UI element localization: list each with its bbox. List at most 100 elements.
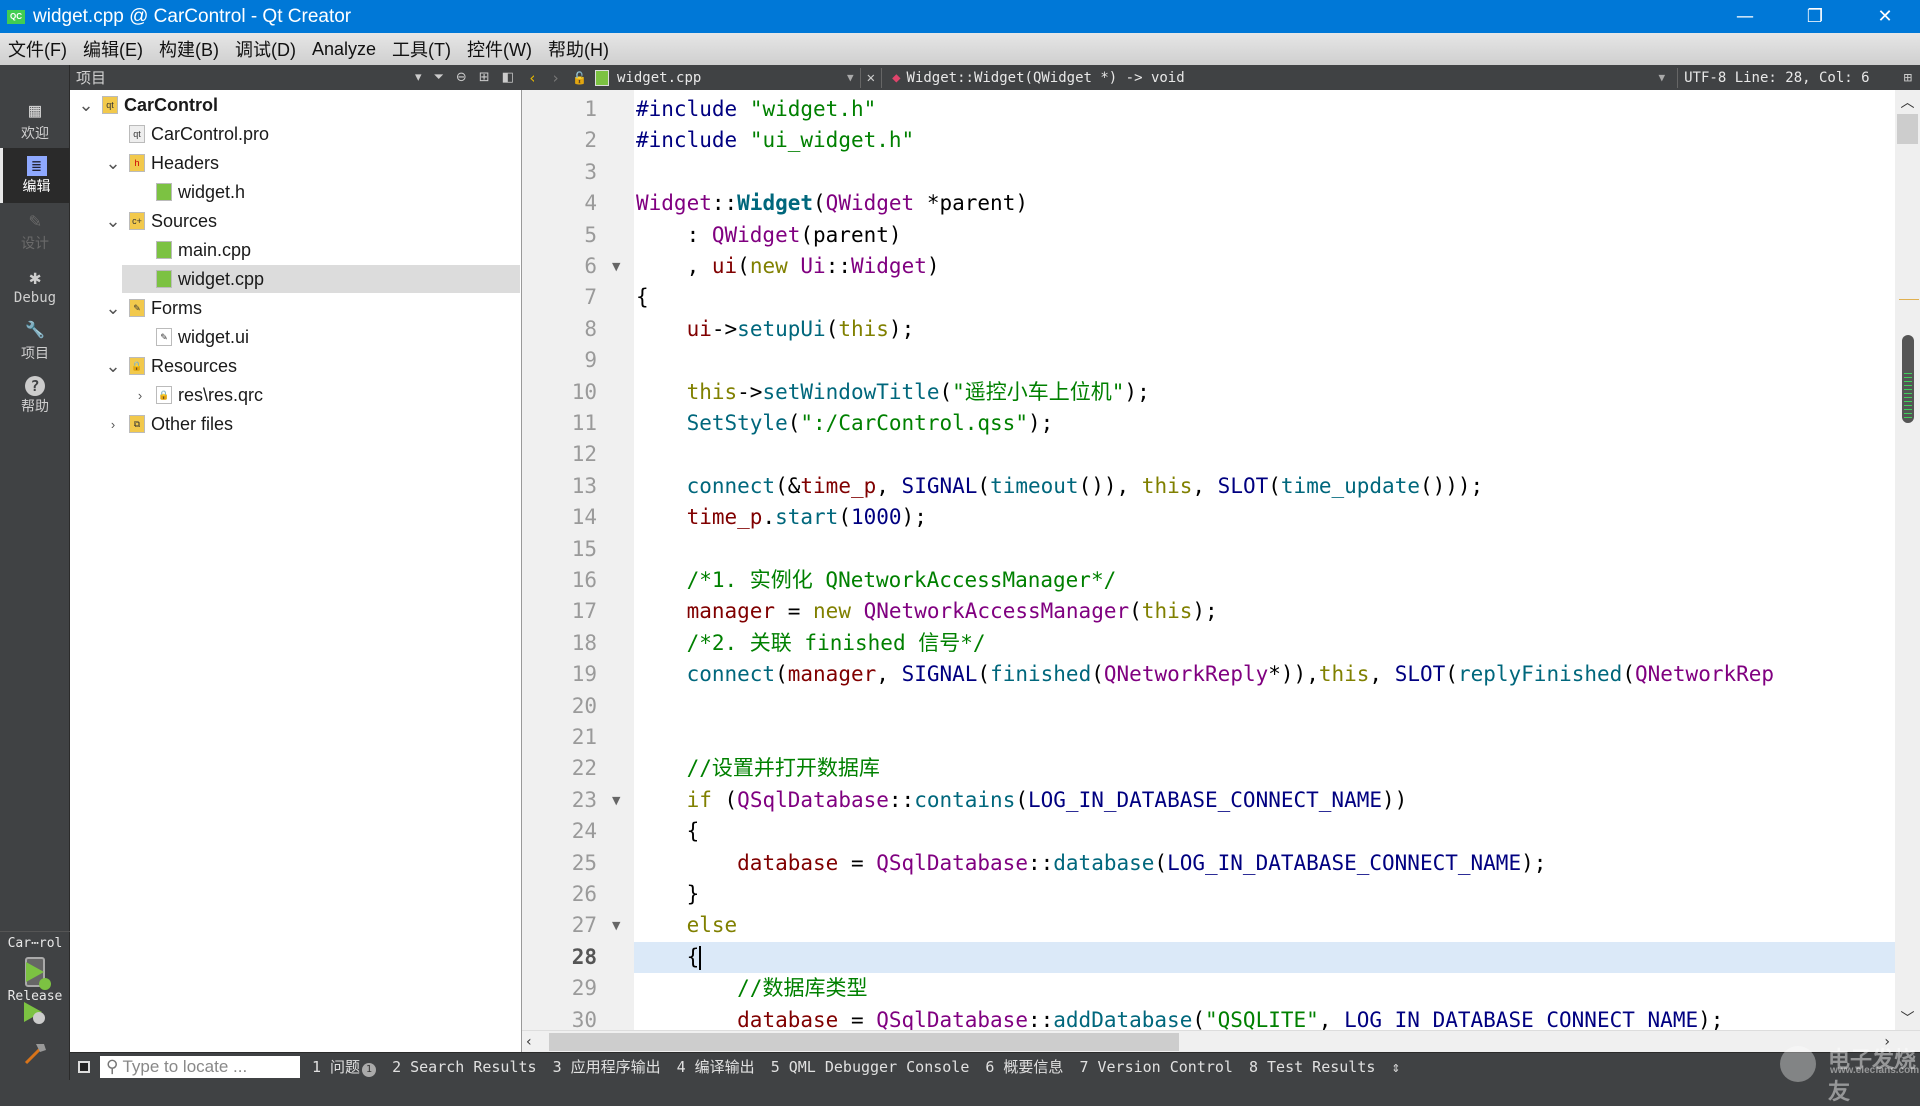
minimize-button[interactable]: — (1710, 0, 1780, 33)
go-back-icon[interactable]: ‹ (528, 69, 537, 87)
tree-item[interactable]: widget.cpp (122, 265, 520, 293)
close-button[interactable]: ✕ (1850, 0, 1920, 33)
code-line[interactable]: connect(manager, SIGNAL(finished(QNetwor… (636, 659, 1774, 690)
menu-file[interactable]: 文件(F) (8, 36, 67, 62)
code-line[interactable]: { (636, 942, 702, 973)
close-document-icon[interactable]: ✕ (867, 70, 875, 86)
split-editor-icon[interactable]: ⊞ (1904, 70, 1912, 86)
filter-icon[interactable]: ⏷ (433, 70, 443, 85)
menu-debug[interactable]: 调试(D) (235, 36, 296, 62)
code-line[interactable]: ui->setupUi(this); (636, 314, 915, 345)
open-documents-combo[interactable]: widget.cpp (617, 70, 847, 86)
code-line[interactable]: //数据库类型 (636, 973, 867, 1004)
tree-item[interactable]: ⌄ c+ Sources (70, 207, 520, 235)
code-line[interactable]: time_p.start(1000); (636, 502, 927, 533)
code-line[interactable]: Widget::Widget(QWidget *parent) (636, 188, 1028, 219)
tab-qml-debugger-console[interactable]: 5 QML Debugger Console (771, 1058, 970, 1076)
close-panel-icon[interactable]: ◧ (502, 70, 514, 85)
code-line[interactable]: //设置并打开数据库 (636, 753, 880, 784)
unlock-icon[interactable]: 🔓 (572, 71, 587, 85)
code-line[interactable]: /*1. 实例化 QNetworkAccessManager*/ (636, 565, 1117, 596)
menu-widgets[interactable]: 控件(W) (467, 36, 532, 62)
fold-marker-icon[interactable]: ▼ (612, 251, 620, 282)
tab-compile-output[interactable]: 4 编译输出 (677, 1056, 755, 1077)
code-line[interactable]: connect(&time_p, SIGNAL(timeout()), this… (636, 471, 1484, 502)
link-icon[interactable]: ⊖ (456, 70, 467, 85)
tree-item[interactable]: qt CarControl.pro (70, 120, 520, 148)
chevron-down-icon[interactable]: ▼ (847, 71, 854, 84)
go-forward-icon[interactable]: › (551, 69, 560, 87)
locator-input[interactable]: ⚲ Type to locate ... (100, 1055, 300, 1078)
scroll-up-icon[interactable]: ︿ (1895, 90, 1920, 114)
code-line[interactable]: , ui(new Ui::Widget) (636, 251, 940, 282)
code-line[interactable]: } (636, 879, 700, 910)
debug-run-button[interactable] (0, 1000, 70, 1026)
chevron-down-icon[interactable]: ▾ (415, 70, 422, 85)
chevron-down-icon[interactable]: ⌄ (105, 357, 121, 375)
toggle-sidebar-icon[interactable] (78, 1060, 90, 1073)
chevron-right-icon[interactable]: › (132, 388, 148, 403)
fold-marker-icon[interactable]: ▼ (612, 785, 620, 816)
tab-version-control[interactable]: 7 Version Control (1079, 1058, 1233, 1076)
chevron-down-icon[interactable]: ⌄ (105, 212, 121, 230)
code-line[interactable]: /*2. 关联 finished 信号*/ (636, 628, 986, 659)
tree-item[interactable]: ⌄ 🔒 Resources (70, 352, 520, 380)
tab-test-results[interactable]: 8 Test Results (1249, 1058, 1375, 1076)
tree-item[interactable]: › 🔒 res\res.qrc (70, 381, 520, 409)
scrollbar-thumb[interactable] (549, 1033, 1179, 1051)
code-line[interactable]: #include "ui_widget.h" (636, 125, 914, 156)
code-line[interactable]: SetStyle(":/CarControl.qss"); (636, 408, 1054, 439)
chevron-down-icon[interactable]: ⌄ (105, 299, 121, 317)
symbol-combo[interactable]: Widget::Widget(QWidget *) -> void (907, 70, 1659, 86)
code-line[interactable]: if (QSqlDatabase::contains(LOG_IN_DATABA… (636, 785, 1408, 816)
tab-issues[interactable]: 1 问题 1 (312, 1056, 377, 1077)
mode-projects[interactable]: 🔧 项目 (0, 313, 70, 368)
mode-design[interactable]: ✎ 设计 (0, 203, 70, 258)
code-line[interactable]: else (636, 910, 738, 941)
scrollbar-thumb[interactable] (1897, 114, 1918, 144)
run-button[interactable] (0, 960, 70, 984)
menu-analyze[interactable]: Analyze (312, 39, 376, 60)
tab-search-results[interactable]: 2 Search Results (392, 1058, 537, 1076)
scroll-down-icon[interactable]: ﹀ (1895, 1006, 1920, 1030)
code-line[interactable]: { (636, 282, 649, 313)
tree-item[interactable]: › ⧉ Other files (70, 410, 520, 438)
menu-build[interactable]: 构建(B) (159, 36, 219, 62)
code-line[interactable]: database = QSqlDatabase::database(LOG_IN… (636, 848, 1546, 879)
code-line[interactable]: : QWidget(parent) (636, 220, 902, 251)
chevron-down-icon[interactable]: ▼ (1659, 71, 1666, 84)
horizontal-scrollbar[interactable]: ‹ › (522, 1030, 1920, 1052)
tree-item[interactable]: ✎ widget.ui (70, 323, 520, 351)
tab-general-messages[interactable]: 6 概要信息 (985, 1056, 1063, 1077)
more-tabs-icon[interactable]: ⇕ (1391, 1058, 1400, 1076)
menu-edit[interactable]: 编辑(E) (83, 36, 143, 62)
scroll-right-icon[interactable]: › (1884, 1031, 1890, 1053)
tree-item[interactable]: ⌄ h Headers (70, 149, 520, 177)
vertical-scrollbar[interactable]: ︿ ﹀ (1895, 90, 1920, 1030)
mode-welcome[interactable]: ▦ 欢迎 (0, 93, 70, 148)
tab-application-output[interactable]: 3 应用程序输出 (553, 1056, 661, 1077)
tree-item[interactable]: widget.h (70, 178, 520, 206)
code-line[interactable]: manager = new QNetworkAccessManager(this… (636, 596, 1218, 627)
scroll-left-icon[interactable]: ‹ (526, 1031, 532, 1053)
menu-help[interactable]: 帮助(H) (548, 36, 609, 62)
mode-debug[interactable]: ✱ Debug (0, 258, 70, 313)
chevron-right-icon[interactable]: › (105, 417, 121, 432)
chevron-down-icon[interactable]: ⌄ (105, 154, 121, 172)
tree-item[interactable]: ⌄ ✎ Forms (70, 294, 520, 322)
chevron-down-icon[interactable]: ⌄ (78, 96, 94, 114)
mode-help[interactable]: ? 帮助 (0, 368, 70, 423)
project-panel-title[interactable]: 项目 (76, 67, 106, 88)
tree-item[interactable]: main.cpp (70, 236, 520, 264)
code-line[interactable]: database = QSqlDatabase::addDatabase("QS… (636, 1005, 1723, 1030)
code-line[interactable]: this->setWindowTitle("遥控小车上位机"); (636, 377, 1150, 408)
code-line[interactable]: { (636, 816, 700, 847)
mode-edit[interactable]: ≣ 编辑 (0, 148, 70, 203)
menu-tools[interactable]: 工具(T) (392, 36, 451, 62)
code-editor[interactable]: #include "widget.h" #include "ui_widget.h… (634, 90, 1895, 1030)
fold-marker-icon[interactable]: ▼ (612, 910, 620, 941)
build-button[interactable] (0, 1040, 70, 1066)
maximize-button[interactable]: ❐ (1780, 0, 1850, 33)
tree-item[interactable]: ⌄ qt CarControl (70, 91, 520, 119)
cursor-position-status[interactable]: UTF-8 Line: 28, Col: 6 (1684, 70, 1869, 86)
